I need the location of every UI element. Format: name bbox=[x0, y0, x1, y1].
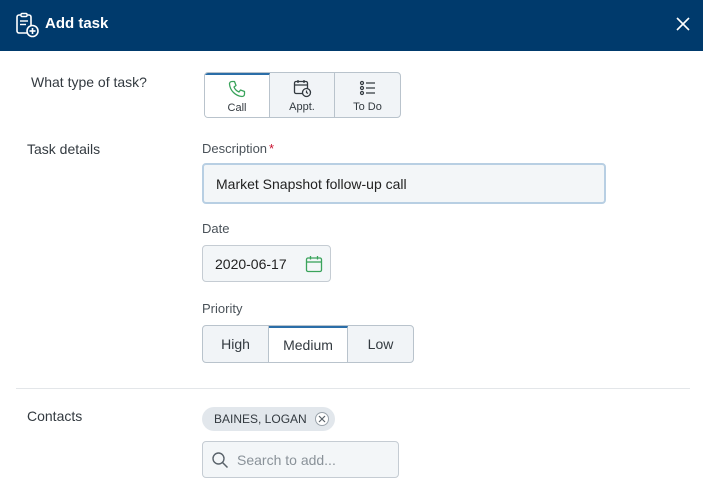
contact-search-field bbox=[202, 441, 399, 478]
task-type-call-label: Call bbox=[227, 101, 247, 114]
date-value: 2020-06-17 bbox=[215, 255, 287, 272]
date-input[interactable]: 2020-06-17 bbox=[202, 245, 331, 282]
description-label: Description * bbox=[202, 141, 274, 156]
calendar-clock-icon bbox=[293, 79, 312, 97]
priority-medium-button[interactable]: Medium bbox=[269, 326, 348, 362]
calendar-icon[interactable] bbox=[305, 255, 323, 273]
priority-label: Priority bbox=[202, 301, 243, 316]
close-icon[interactable] bbox=[675, 16, 691, 32]
task-type-call-button[interactable]: Call bbox=[205, 73, 270, 117]
task-type-selector: Call Appt. To Do bbox=[204, 72, 401, 118]
description-input[interactable]: Market Snapshot follow-up call bbox=[202, 163, 606, 204]
close-small-icon bbox=[318, 415, 326, 423]
contacts-label: Contacts bbox=[27, 408, 83, 424]
task-type-appt-button[interactable]: Appt. bbox=[270, 73, 335, 117]
task-type-todo-label: To Do bbox=[353, 100, 382, 113]
task-type-todo-button[interactable]: To Do bbox=[335, 73, 400, 117]
contact-chip-label: BAINES, LOGAN bbox=[214, 412, 307, 426]
search-icon bbox=[212, 451, 229, 468]
task-type-label: What type of task? bbox=[31, 74, 147, 90]
phone-icon bbox=[228, 80, 246, 97]
task-type-appt-label: Appt. bbox=[289, 100, 315, 113]
description-value: Market Snapshot follow-up call bbox=[216, 175, 407, 192]
task-add-icon bbox=[16, 12, 39, 38]
list-icon bbox=[359, 80, 375, 95]
dialog-header: Add task bbox=[0, 0, 703, 51]
description-label-text: Description bbox=[202, 141, 268, 156]
priority-high-button[interactable]: High bbox=[203, 326, 269, 362]
section-divider bbox=[16, 388, 690, 389]
required-marker: * bbox=[269, 141, 275, 156]
task-details-label: Task details bbox=[27, 141, 101, 157]
priority-selector: High Medium Low bbox=[202, 325, 414, 363]
dialog-title: Add task bbox=[45, 15, 109, 32]
contact-search-input[interactable] bbox=[237, 451, 387, 468]
date-label: Date bbox=[202, 221, 230, 236]
contact-chip: BAINES, LOGAN bbox=[202, 407, 335, 431]
remove-contact-icon[interactable] bbox=[314, 412, 329, 426]
priority-low-button[interactable]: Low bbox=[348, 326, 413, 362]
